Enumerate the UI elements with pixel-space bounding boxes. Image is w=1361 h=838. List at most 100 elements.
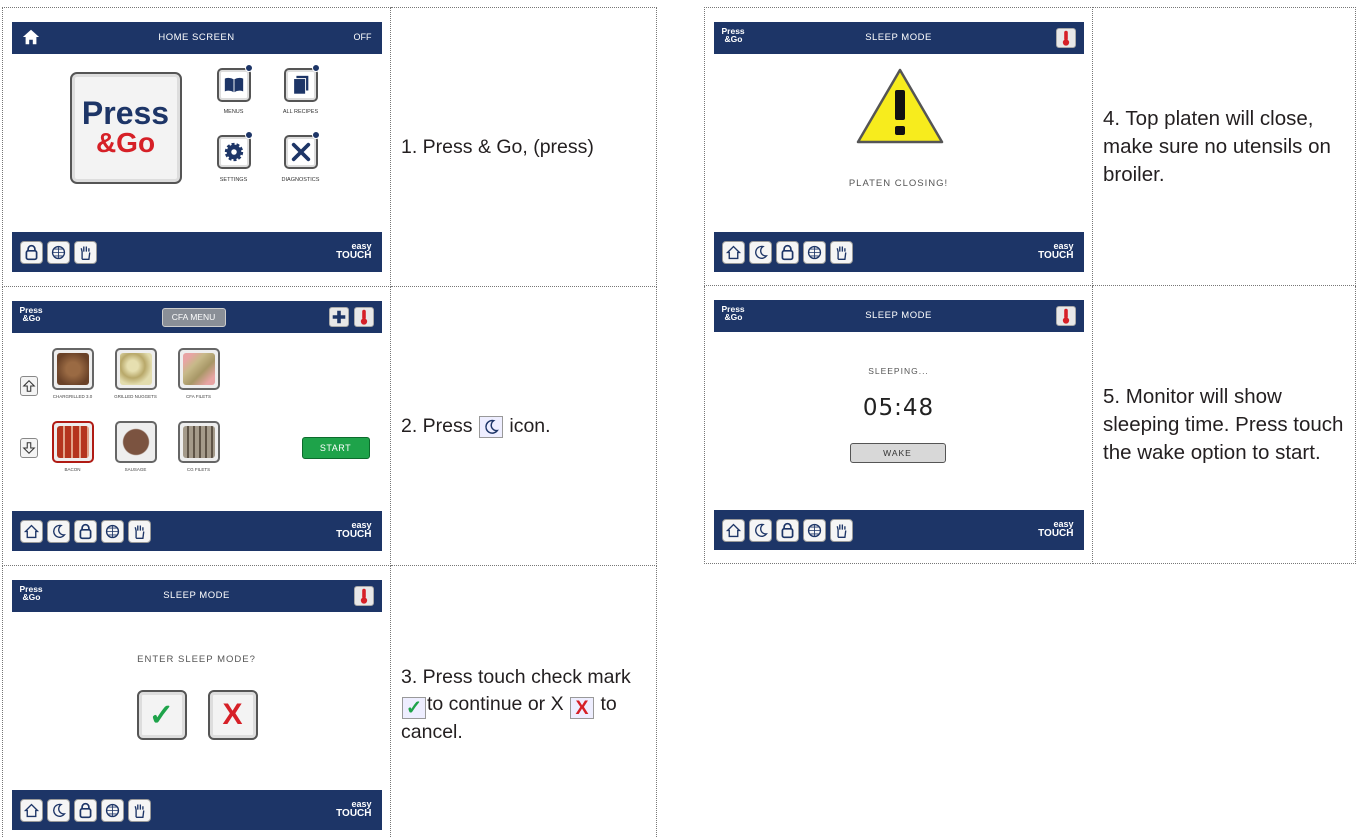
food-image — [56, 353, 89, 385]
menu-item-label: SAUSAGE — [124, 467, 147, 472]
menu-item-cfa-filets[interactable] — [177, 348, 220, 390]
sleep-button[interactable] — [748, 240, 772, 264]
cancel-button[interactable]: X — [207, 690, 258, 740]
language-button[interactable] — [100, 520, 124, 543]
language-button[interactable] — [802, 518, 826, 542]
lock-button[interactable] — [73, 799, 97, 822]
sleep-timer: 05:48 — [862, 394, 935, 421]
menu-item-grilled-nuggets[interactable] — [114, 348, 157, 390]
gear-icon — [224, 142, 243, 162]
language-button[interactable] — [100, 799, 124, 822]
cfa-menu-button[interactable]: CFA MENU — [161, 308, 226, 327]
lock-button[interactable] — [19, 241, 43, 264]
step5-text: 5. Monitor will show sleeping time. Pres… — [1103, 384, 1344, 464]
lock-button[interactable] — [73, 520, 97, 543]
add-button[interactable] — [328, 307, 349, 327]
step3-text-cell: 3. Press touch check mark ✓ to continue o… — [390, 565, 657, 838]
x-icon: X — [570, 697, 595, 720]
clean-button[interactable] — [127, 520, 151, 543]
home-icon — [725, 523, 741, 537]
settings-tile[interactable] — [216, 131, 253, 169]
home-screen: HOME SCREEN OFF Press &Go MENUS ALL RECIP… — [11, 22, 382, 272]
wake-button[interactable]: WAKE — [849, 442, 946, 463]
screen-title: SLEEP MODE — [865, 309, 932, 321]
home-button[interactable] — [721, 518, 745, 542]
home-button[interactable] — [721, 240, 745, 264]
menu-item-chargrilled[interactable] — [51, 348, 94, 390]
easy-touch-logo: easy TOUCH — [336, 241, 372, 261]
step2-text-cell: 2. Press icon. — [390, 286, 657, 566]
footer-bar: easy TOUCH — [713, 509, 1084, 550]
hand-icon — [80, 246, 90, 260]
footer-bar: easy TOUCH — [11, 790, 382, 830]
menu-item-label: BACON — [64, 467, 81, 472]
language-button[interactable] — [46, 241, 70, 264]
step2-text-part1: 2. Press — [401, 414, 473, 437]
start-button[interactable]: START — [301, 437, 370, 459]
check-icon: ✓ — [402, 697, 426, 720]
instruction-page: HOME SCREEN OFF Press &Go MENUS ALL RECIP… — [0, 0, 1361, 838]
cfa-menu-screen: Press &Go CFA MENU CHARGRILLED 3.0 GRILLE… — [11, 301, 382, 551]
arrow-up-icon — [21, 380, 36, 392]
step1-text: 1. Press & Go, (press) — [401, 135, 594, 158]
thermometer-icon — [360, 588, 367, 604]
step1-text-cell: 1. Press & Go, (press) — [390, 7, 657, 287]
steps-table-right: Press &Go SLEEP MODE PLATEN CLOSING! easy… — [704, 7, 1356, 564]
temperature-button[interactable] — [353, 307, 374, 327]
menus-tile[interactable] — [216, 64, 253, 102]
padlock-icon — [79, 523, 91, 540]
temperature-button[interactable] — [1055, 27, 1076, 48]
padlock-icon — [781, 522, 793, 538]
moon-icon — [52, 524, 66, 538]
header-bar: HOME SCREEN OFF — [11, 22, 382, 54]
plus-icon — [332, 310, 345, 324]
sleeping-screen: Press &Go SLEEP MODE SLEEPING... 05:48 WA… — [713, 299, 1084, 550]
globe-icon — [105, 803, 119, 818]
thermometer-icon — [1062, 30, 1069, 46]
diagnostics-tile[interactable] — [283, 131, 320, 169]
lock-button[interactable] — [775, 518, 799, 542]
hand-icon — [134, 804, 144, 818]
footer-bar: easy TOUCH — [713, 231, 1084, 272]
footer-icons — [721, 518, 853, 542]
temperature-button[interactable] — [1055, 305, 1076, 326]
clean-button[interactable] — [127, 799, 151, 822]
home-button[interactable] — [19, 799, 43, 822]
food-image — [182, 426, 215, 458]
sleep-button[interactable] — [46, 520, 70, 543]
header-bar: Press &Go SLEEP MODE — [11, 580, 382, 612]
menu-item-bacon[interactable] — [51, 421, 94, 463]
clean-button[interactable] — [829, 518, 853, 542]
sleep-button[interactable] — [46, 799, 70, 822]
step3-text: 3. Press touch check mark ✓ to continue o… — [391, 664, 656, 747]
home-icon — [23, 803, 39, 818]
scroll-up-button[interactable] — [19, 376, 38, 396]
globe-icon — [807, 523, 821, 537]
temperature-button[interactable] — [353, 586, 374, 606]
home-button[interactable] — [19, 520, 43, 543]
hand-icon — [134, 525, 144, 539]
power-status[interactable]: OFF — [354, 32, 372, 42]
clean-button[interactable] — [73, 241, 97, 264]
padlock-icon — [781, 244, 793, 260]
menu-item-sausage[interactable] — [114, 421, 157, 463]
screen-title: SLEEP MODE — [865, 31, 932, 43]
clean-button[interactable] — [829, 240, 853, 264]
press-and-go-button[interactable]: Press &Go — [69, 72, 182, 184]
scroll-down-button[interactable] — [19, 438, 38, 458]
confirm-button[interactable]: ✓ — [136, 690, 187, 740]
sleep-button[interactable] — [748, 518, 772, 542]
language-button[interactable] — [802, 240, 826, 264]
menu-item-label: CHARGRILLED 3.0 — [52, 394, 93, 399]
globe-icon — [807, 245, 821, 259]
header-bar: Press &Go SLEEP MODE — [713, 21, 1084, 54]
menu-item-cg-filets[interactable] — [177, 421, 220, 463]
lock-button[interactable] — [775, 240, 799, 264]
globe-icon — [105, 524, 119, 539]
press-go-logo: Press &Go — [81, 95, 170, 158]
menu-item-label: CG FILETS — [186, 467, 211, 472]
step5-text-cell: 5. Monitor will show sleeping time. Pres… — [1092, 285, 1356, 564]
all-recipes-tile[interactable] — [283, 64, 320, 102]
moon-icon — [478, 415, 503, 438]
steps-table-left: HOME SCREEN OFF Press &Go MENUS ALL RECIP… — [2, 7, 657, 838]
